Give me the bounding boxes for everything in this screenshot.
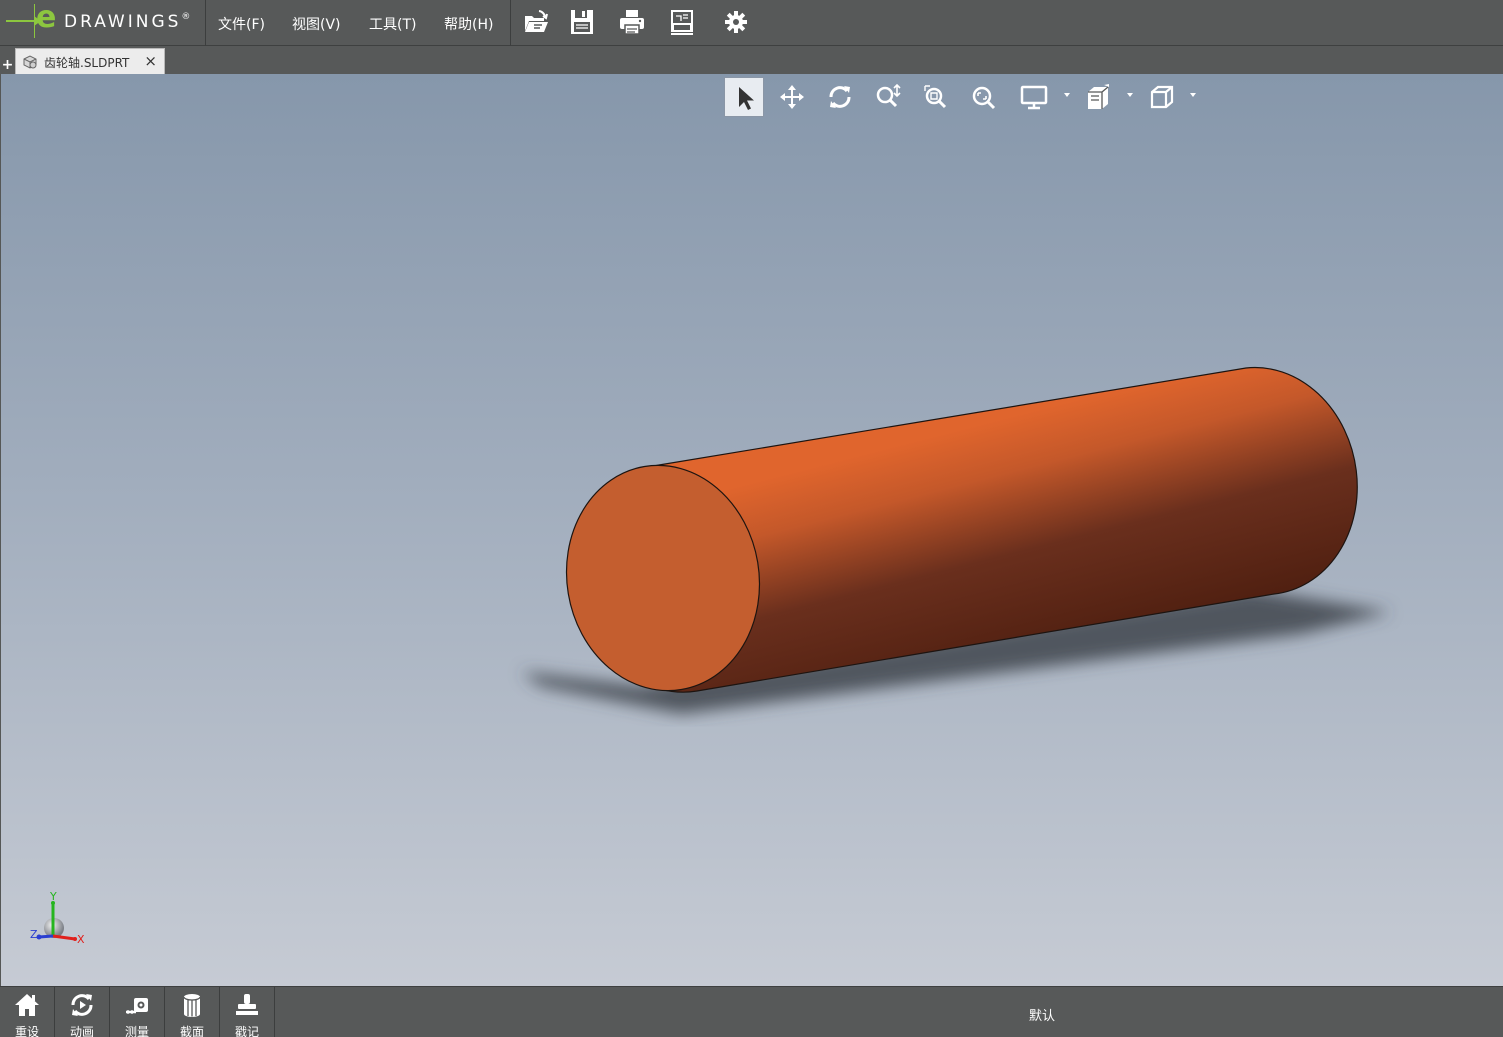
bottom-bar-divider [274, 987, 275, 1037]
display-style-icon [1020, 85, 1048, 110]
reset-button[interactable]: 重设 [0, 987, 54, 1037]
settings-icon [725, 11, 747, 33]
stamp-button[interactable]: 戳记 [220, 987, 274, 1037]
edrawings-logo: e DRAWINGS® [6, 0, 206, 42]
reset-label: 重设 [14, 1025, 39, 1037]
animate-icon [71, 994, 93, 1016]
measure-icon [126, 998, 148, 1014]
logo-wordmark: DRAWINGS [64, 12, 182, 32]
model-canvas [521, 366, 1391, 714]
measure-label: 测量 [124, 1025, 149, 1037]
open-icon [525, 10, 548, 32]
logo-divider [34, 4, 35, 38]
menu-tools[interactable]: 工具(T) [369, 14, 416, 34]
section-view-dropdown-icon[interactable] [1127, 93, 1133, 97]
settings-button[interactable] [722, 8, 750, 36]
graphics-viewport[interactable]: Y X Z [1, 74, 1503, 986]
open-button[interactable] [522, 8, 550, 36]
document-tab-label: 齿轮轴.SLDPRT [44, 56, 130, 70]
save-button[interactable] [568, 8, 596, 36]
select-tool-button[interactable] [724, 77, 764, 117]
close-tab-icon[interactable]: × [144, 52, 157, 70]
zoom-to-area-icon [924, 85, 947, 109]
logo-text: DRAWINGS® [64, 12, 190, 32]
display-style-button[interactable] [1014, 77, 1054, 117]
configuration-name[interactable]: 默认 [1000, 1005, 1084, 1024]
zoom-to-area-button[interactable] [916, 77, 956, 117]
section-view-icon [1088, 84, 1109, 109]
zoom-to-fit-icon [972, 86, 996, 110]
print-icon [620, 10, 644, 35]
standard-views-icon [1150, 85, 1174, 109]
section-view-button[interactable] [1078, 77, 1118, 117]
logo-letter: e [36, 0, 57, 35]
triad-x-axis [52, 934, 76, 941]
display-style-dropdown-icon[interactable] [1064, 93, 1070, 97]
triad-x-label: X [77, 933, 85, 946]
animate-label: 动画 [69, 1025, 94, 1037]
stamp-icon [236, 994, 258, 1015]
rotate-tool-button[interactable] [820, 77, 860, 117]
triad-z-label: Z [30, 928, 38, 941]
home-icon [15, 994, 39, 1016]
new-tab-button[interactable]: + [1, 56, 14, 74]
toolbar-divider [205, 0, 206, 46]
section-label: 截面 [179, 1025, 204, 1037]
rotate-icon [829, 86, 851, 108]
section-icon [183, 994, 201, 1017]
bottom-command-bar: 重设 动画 测量 截面 戳记 默认 [0, 986, 1503, 1037]
standard-views-dropdown-icon[interactable] [1190, 93, 1196, 97]
standard-views-button[interactable] [1142, 77, 1182, 117]
publish-icon [671, 10, 693, 35]
triad-y-label: Y [49, 890, 57, 903]
menu-file[interactable]: 文件(F) [218, 14, 265, 34]
menu-help[interactable]: 帮助(H) [444, 14, 493, 34]
menu-view[interactable]: 视图(V) [292, 14, 341, 34]
zoom-icon [876, 83, 901, 108]
orientation-triad: Y X Z [30, 890, 85, 946]
pan-icon [780, 85, 804, 109]
zoom-tool-button[interactable] [868, 77, 908, 117]
part-file-icon [23, 55, 37, 69]
select-icon [739, 87, 754, 110]
animate-button[interactable]: 动画 [55, 987, 109, 1037]
main-toolbar: e DRAWINGS® 文件(F) 视图(V) 工具(T) 帮助(H) [0, 0, 1503, 46]
toolbar-divider [510, 0, 511, 46]
document-tab-bar: + 齿轮轴.SLDPRT × [0, 46, 1503, 74]
section-button[interactable]: 截面 [165, 987, 219, 1037]
zoom-to-fit-button[interactable] [964, 77, 1004, 117]
print-button[interactable] [618, 8, 646, 36]
stamp-label: 戳记 [234, 1025, 259, 1037]
document-tab[interactable]: 齿轮轴.SLDPRT × [15, 48, 165, 74]
logo-registered-mark: ® [181, 12, 191, 22]
pan-tool-button[interactable] [772, 77, 812, 117]
save-icon [571, 10, 593, 34]
heads-up-view-toolbar [723, 77, 1203, 119]
publish-button[interactable] [668, 8, 696, 36]
measure-button[interactable]: 测量 [110, 987, 164, 1037]
